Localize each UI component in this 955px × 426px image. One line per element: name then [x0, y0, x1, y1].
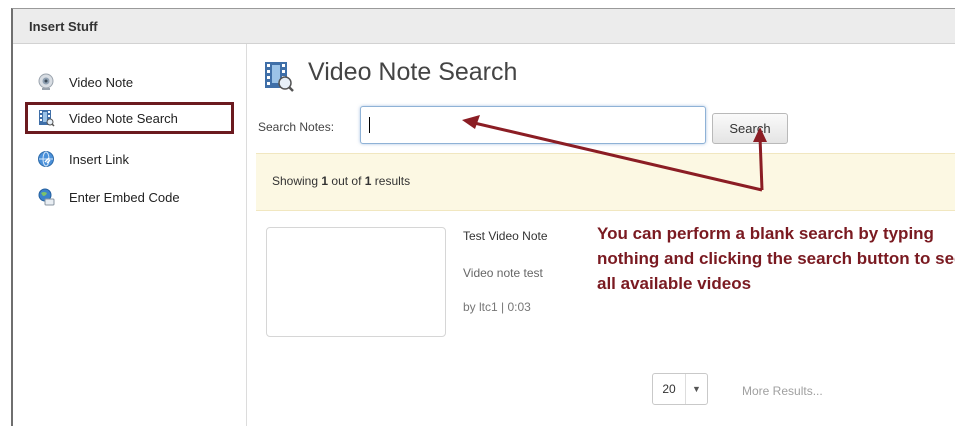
sidebar-item-video-note[interactable]: Video Note [29, 66, 229, 98]
main-panel: Video Note Search Search Notes: Search S… [246, 44, 955, 426]
sidebar: Video Note Video Note Search Insert Link… [13, 44, 247, 426]
page-size-value: 20 [653, 374, 686, 404]
globe-link-icon [37, 150, 55, 168]
sidebar-item-label: Enter Embed Code [69, 189, 180, 205]
results-summary: Showing 1 out of 1 results [256, 153, 955, 211]
search-input[interactable] [360, 106, 706, 144]
page-title: Video Note Search [308, 58, 518, 86]
text-caret [369, 117, 370, 133]
search-button[interactable]: Search [712, 113, 788, 144]
video-byline: by ltc1 | 0:03 [463, 300, 531, 314]
results-count-text: Showing 1 out of 1 results [272, 174, 411, 188]
dialog-titlebar: Insert Stuff [13, 9, 955, 44]
video-title[interactable]: Test Video Note [463, 229, 548, 243]
embed-globe-icon [37, 188, 55, 206]
webcam-icon [37, 73, 55, 91]
video-thumbnail[interactable] [266, 227, 446, 337]
video-description: Video note test [463, 266, 543, 280]
sidebar-item-enter-embed-code[interactable]: Enter Embed Code [29, 181, 229, 213]
film-search-icon [37, 109, 55, 127]
more-results-link[interactable]: More Results... [742, 384, 823, 398]
dialog-title: Insert Stuff [29, 19, 98, 34]
sidebar-item-insert-link[interactable]: Insert Link [29, 143, 229, 175]
sidebar-item-label: Video Note Search [69, 110, 178, 126]
film-search-icon [262, 60, 294, 92]
sidebar-item-label: Video Note [69, 74, 134, 90]
chevron-down-icon: ▼ [692, 384, 701, 394]
sidebar-item-label: Insert Link [69, 151, 129, 167]
page-size-select[interactable]: 20 ▼ [652, 373, 708, 405]
insert-stuff-dialog: Insert Stuff Video Note Video Note Searc… [11, 8, 955, 426]
sidebar-item-video-note-search[interactable]: Video Note Search [25, 102, 234, 134]
search-label: Search Notes: [258, 120, 335, 134]
annotation-text: You can perform a blank search by typing… [597, 224, 955, 293]
